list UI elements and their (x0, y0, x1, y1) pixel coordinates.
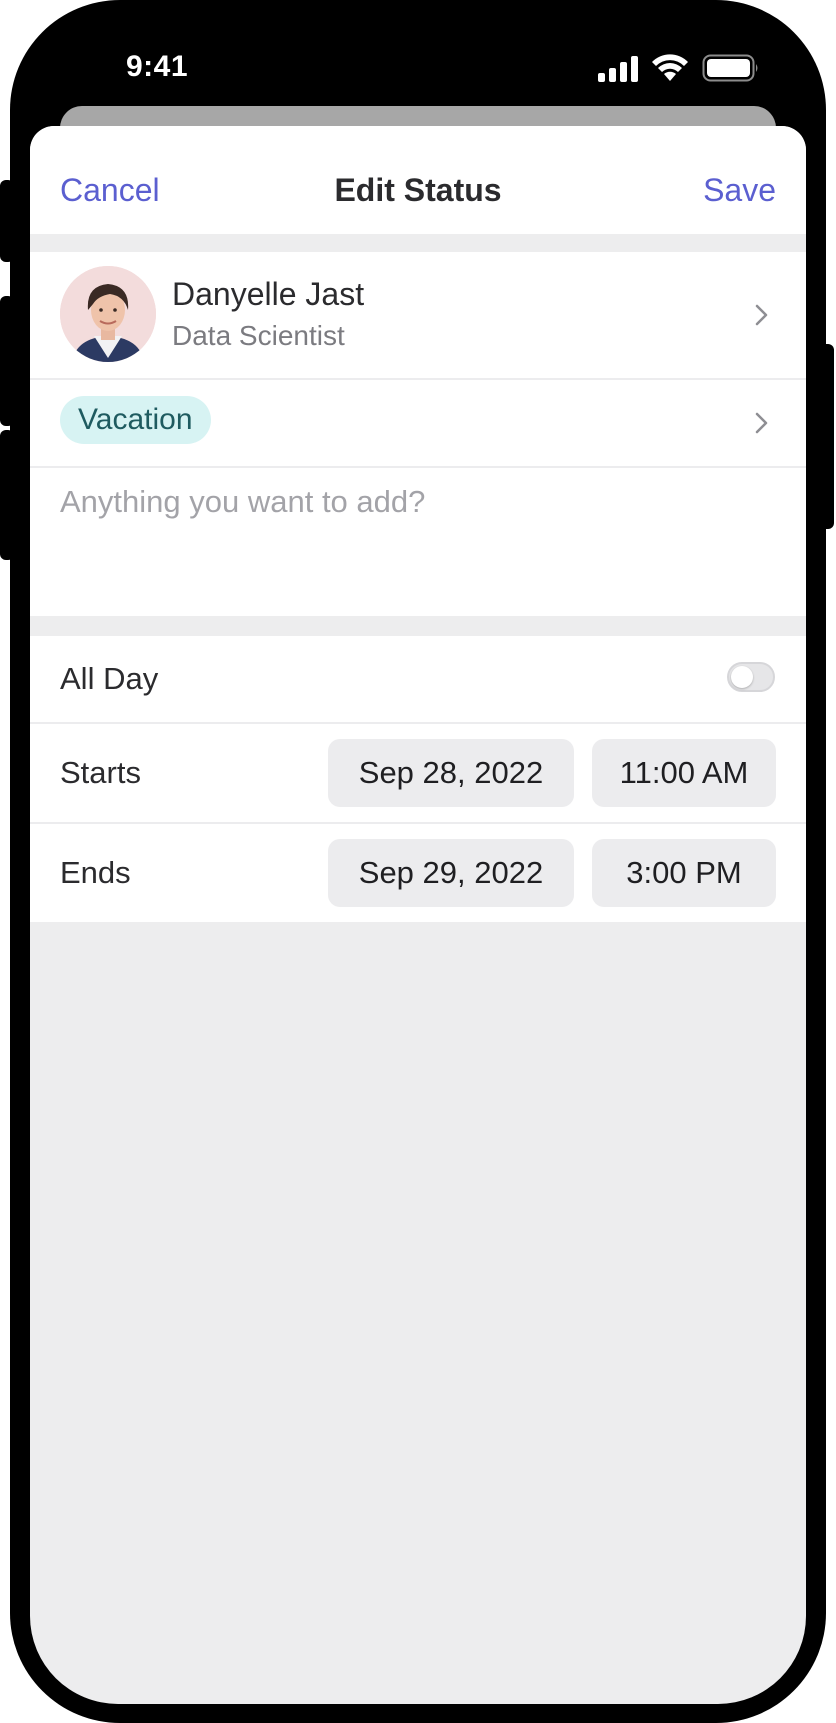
save-button[interactable]: Save (703, 172, 776, 209)
start-time-button[interactable]: 11:00 AM (592, 739, 776, 807)
cellular-icon (598, 56, 638, 82)
chevron-right-icon (755, 304, 768, 326)
battery-icon (702, 54, 758, 82)
edit-status-sheet: Cancel Edit Status Save Danyelle Jast Da… (30, 126, 806, 1704)
starts-row: Starts Sep 28, 2022 11:00 AM (30, 724, 806, 822)
end-time-button[interactable]: 3:00 PM (592, 839, 776, 907)
person-name: Danyelle Jast (172, 276, 365, 312)
toggle-knob (731, 666, 753, 688)
end-date-button[interactable]: Sep 29, 2022 (328, 839, 574, 907)
nav-bar: Cancel Edit Status Save (30, 126, 806, 234)
status-badge: Vacation (60, 396, 211, 444)
note-input[interactable] (60, 484, 776, 594)
status-bar: 9:41 (0, 0, 836, 120)
status-details-section: Danyelle Jast Data Scientist Vacation (30, 252, 806, 616)
wifi-icon (652, 54, 688, 81)
schedule-section: All Day Starts Sep 28, 2022 11:00 AM End… (30, 636, 806, 922)
all-day-toggle[interactable] (727, 662, 775, 692)
start-date-button[interactable]: Sep 28, 2022 (328, 739, 574, 807)
avatar (60, 266, 156, 362)
status-type-row[interactable]: Vacation (30, 380, 806, 466)
chevron-right-icon (755, 412, 768, 434)
person-row[interactable]: Danyelle Jast Data Scientist (30, 252, 806, 378)
status-time: 9:41 (126, 50, 189, 83)
divider (30, 466, 806, 468)
ends-row: Ends Sep 29, 2022 3:00 PM (30, 824, 806, 922)
all-day-label: All Day (60, 661, 159, 696)
starts-label: Starts (60, 755, 141, 790)
ends-label: Ends (60, 855, 131, 890)
page-title: Edit Status (334, 172, 502, 208)
person-role: Data Scientist (172, 320, 345, 351)
all-day-row: All Day (30, 636, 806, 722)
